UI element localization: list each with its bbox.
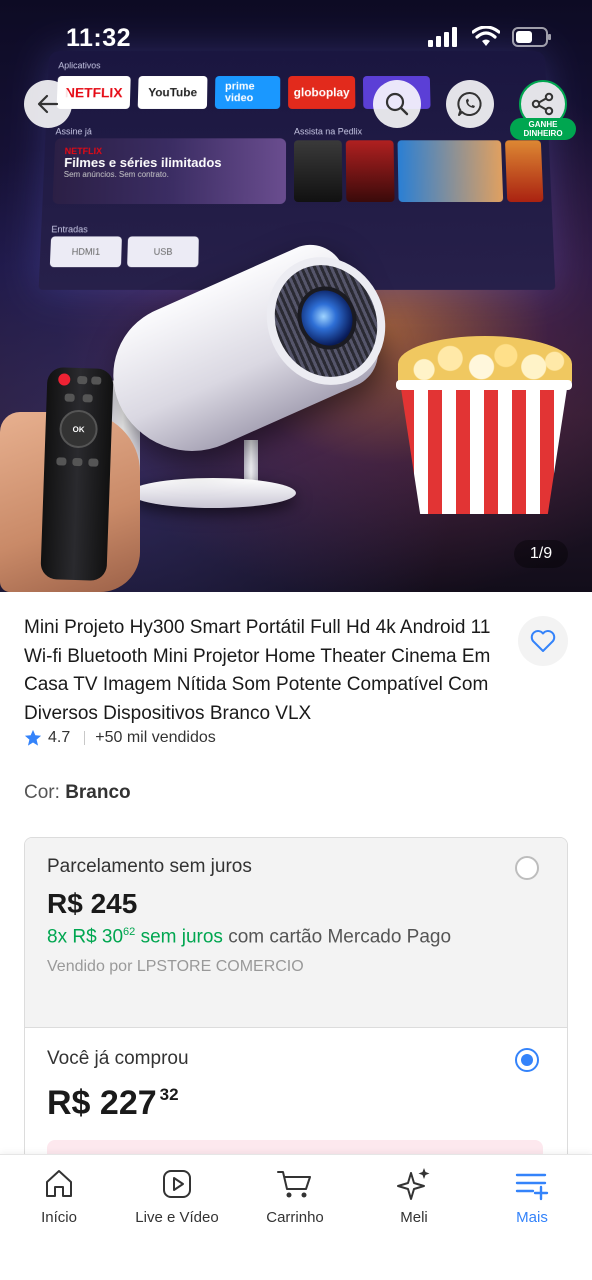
back-button[interactable] (24, 80, 72, 128)
search-icon (385, 92, 409, 116)
bottom-navigation: Início Live e Vídeo Carrinho Meli Mais (0, 1154, 592, 1280)
tv-app-youtube: YouTube (137, 76, 208, 109)
search-button[interactable] (373, 80, 421, 128)
installments-text: 8x R$ 3062 sem juros com cartão Mercado … (47, 926, 451, 948)
nav-more[interactable]: Mais (473, 1167, 591, 1226)
tv-poster (293, 140, 343, 203)
feature-headline: Filmes e séries ilimitados (63, 155, 222, 170)
installments-amount: 8x R$ 30 (47, 926, 124, 948)
sparkle-icon (397, 1168, 430, 1200)
remote-dpad: OK (58, 409, 99, 449)
remote-button (88, 458, 99, 467)
nav-label: Meli (400, 1209, 428, 1226)
installments-no-interest: sem juros (135, 926, 223, 948)
nav-cart[interactable]: Carrinho (236, 1167, 354, 1226)
nav-label: Carrinho (266, 1209, 324, 1226)
remote-button (82, 394, 93, 403)
whatsapp-icon (457, 92, 482, 116)
option-title: Você já comprou (47, 1048, 189, 1069)
nav-label: Mais (516, 1209, 548, 1226)
favorite-button[interactable] (518, 616, 568, 666)
installments-cents: 62 (123, 926, 136, 938)
sold-count: +50 mil vendidos (95, 729, 216, 746)
cart-icon (277, 1171, 311, 1198)
tv-row2b-label: Assista na Pedlix (294, 126, 363, 137)
option-radio-selected[interactable] (515, 1048, 539, 1072)
tv-input-hdmi: HDMI1 (49, 236, 122, 268)
remote-control: OK (40, 366, 114, 582)
remote-button (72, 457, 83, 467)
seller-name: Vendido por LPSTORE COMERCIO (47, 958, 304, 975)
nav-label: Live e Vídeo (135, 1209, 219, 1226)
option-title: Parcelamento sem juros (47, 856, 252, 877)
remote-button (56, 457, 67, 466)
arrow-left-icon (37, 94, 59, 114)
color-label: Cor: (24, 782, 60, 803)
share-icon (531, 92, 554, 116)
earn-money-badge: GANHE DINHEIRO (510, 118, 576, 140)
tv-app-prime: prime video (214, 76, 281, 109)
installments-card: com cartão Mercado Pago (222, 926, 452, 948)
tv-app-globoplay: globoplay (288, 76, 356, 109)
tv-feature-card: NETFLIX Filmes e séries ilimitados Sem a… (52, 138, 287, 205)
battery-icon (512, 27, 551, 47)
remote-button (91, 376, 102, 385)
tv-poster (345, 140, 395, 203)
nav-live-video[interactable]: Live e Vídeo (118, 1167, 236, 1226)
option-price: R$ 245 (47, 888, 138, 919)
heart-icon (530, 630, 556, 652)
remote-power-icon (58, 373, 71, 386)
tv-input-usb: USB (127, 236, 199, 268)
tv-inputs-label: Entradas (51, 224, 88, 235)
nav-meli[interactable]: Meli (355, 1167, 473, 1226)
tv-poster (504, 140, 544, 203)
home-icon (46, 1170, 72, 1197)
popcorn-bucket (400, 382, 568, 514)
tv-poster (397, 140, 504, 203)
image-counter: 1/9 (514, 540, 568, 568)
status-bar: 11:32 (0, 0, 592, 80)
color-value: Branco (65, 782, 131, 803)
remote-button (77, 375, 88, 385)
status-time: 11:32 (66, 24, 132, 52)
signal-icon (428, 27, 457, 47)
nav-home[interactable]: Início (0, 1167, 118, 1226)
price-cents: 32 (159, 1085, 179, 1104)
rating-value: 4.7 (48, 729, 71, 746)
wifi-icon (472, 26, 500, 46)
color-selection: Cor: Branco (24, 782, 131, 804)
option-radio[interactable] (515, 856, 539, 880)
price-whole: R$ 227 (47, 1084, 157, 1122)
product-title: Mini Projeto Hy300 Smart Portátil Full H… (24, 617, 491, 724)
divider (84, 731, 86, 745)
whatsapp-button[interactable] (446, 80, 494, 128)
product-image-gallery[interactable]: Aplicativos NETFLIX YouTube prime video … (0, 0, 592, 592)
option-price: R$ 227 32 (47, 1084, 179, 1123)
tv-row2-label: Assine já (55, 126, 93, 137)
share-button[interactable]: GANHE DINHEIRO (510, 80, 576, 144)
feature-sub: Sem anúncios. Sem contrato. (63, 169, 169, 179)
popcorn-rim (396, 380, 572, 390)
menu-plus-icon (515, 1173, 549, 1201)
option-installments[interactable]: Parcelamento sem juros R$ 245 8x R$ 3062… (25, 838, 567, 1028)
nav-label: Início (41, 1209, 77, 1226)
star-icon (24, 729, 42, 746)
remote-button (64, 393, 75, 402)
rating-row[interactable]: 4.7 +50 mil vendidos (24, 729, 216, 747)
projector-base (130, 478, 296, 508)
play-icon (163, 1170, 191, 1198)
